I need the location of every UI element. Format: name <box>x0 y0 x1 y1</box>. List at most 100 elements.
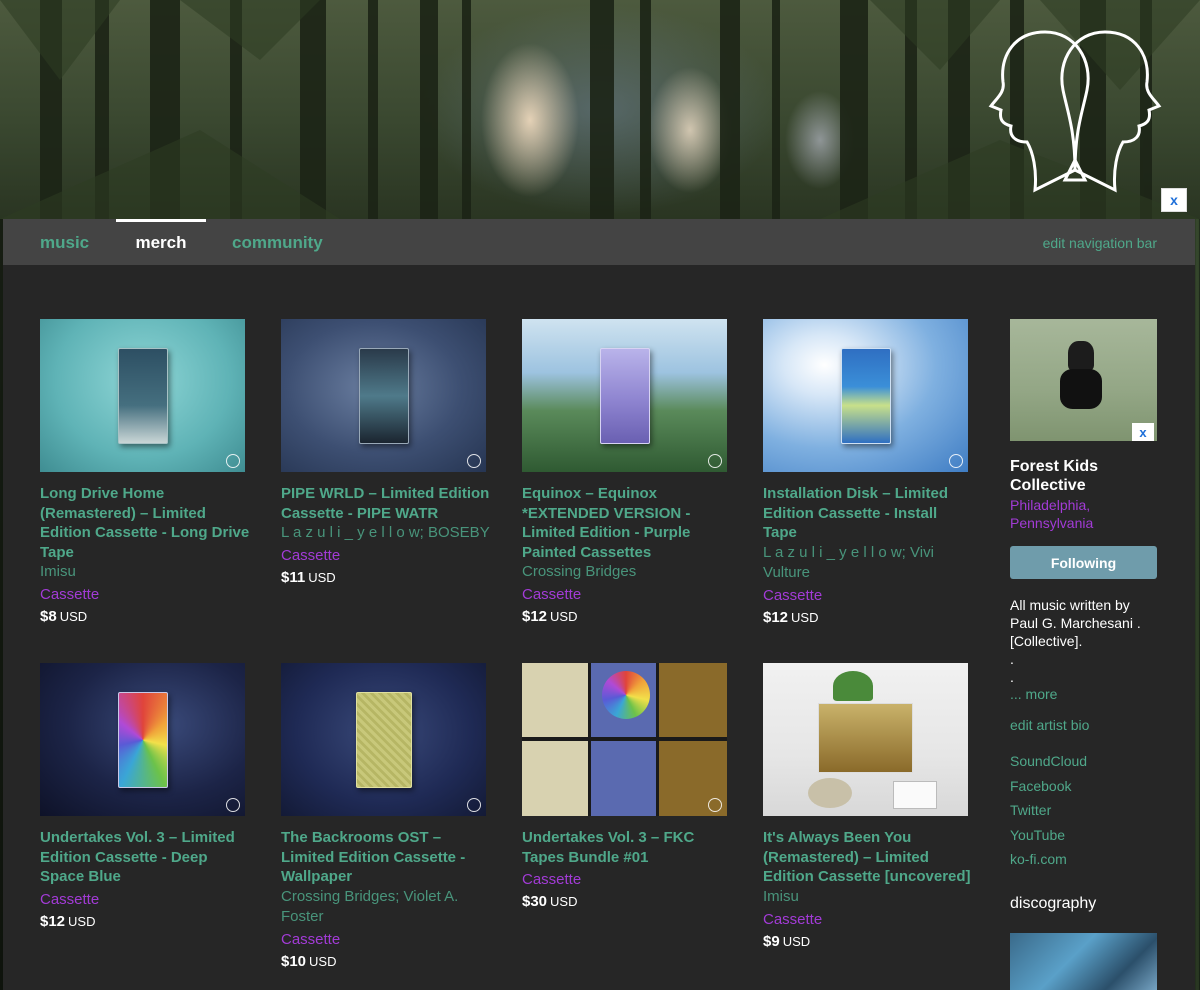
merch-item-title[interactable]: It's Always Been You (Remastered) – Limi… <box>763 828 973 887</box>
banner-close-button[interactable]: x <box>1161 188 1187 212</box>
merch-item[interactable]: It's Always Been You (Remastered) – Limi… <box>763 663 973 952</box>
disc-image <box>808 778 852 808</box>
merch-item[interactable]: PIPE WRLD – Limited Edition Cassette - P… <box>281 319 491 588</box>
merch-item-image[interactable] <box>763 663 968 816</box>
cassette-image <box>117 691 168 788</box>
merch-item-artist[interactable]: L a z u l i _ y e l l o w; Vivi Vulture <box>763 543 973 583</box>
price-amount: $12 <box>763 608 789 626</box>
merch-item-artist[interactable]: Crossing Bridges; Violet A. Foster <box>281 887 491 927</box>
merch-item[interactable]: The Backrooms OST – Limited Edition Cass… <box>281 663 491 972</box>
merch-item-format: Cassette <box>281 930 341 948</box>
merch-item-price: $11 USD <box>281 568 491 588</box>
tab-music[interactable]: music <box>40 219 89 265</box>
price-amount: $12 <box>522 608 548 625</box>
artist-sidebar: x Forest Kids Collective Philadelphia, P… <box>1010 319 1160 990</box>
sticker-image <box>893 781 937 809</box>
discography-album-image[interactable] <box>1010 932 1157 990</box>
color-wheel-image <box>602 671 650 719</box>
merch-item-title[interactable]: Equinox – Equinox *EXTENDED VERSION - Li… <box>522 484 732 562</box>
navigation-bar: music merch community edit navigation ba… <box>3 219 1195 265</box>
band-name[interactable]: Forest Kids Collective <box>1010 457 1160 495</box>
cassette-image <box>117 347 168 444</box>
bio-more-link[interactable]: ... more <box>1010 686 1160 702</box>
merch-item-image[interactable] <box>281 663 486 816</box>
tab-community[interactable]: community <box>232 219 323 265</box>
cassette-image <box>840 347 891 444</box>
merch-item-title[interactable]: The Backrooms OST – Limited Edition Cass… <box>281 828 491 887</box>
merch-item-title[interactable]: Installation Disk – Limited Edition Cass… <box>763 484 973 543</box>
person-figure <box>1068 341 1094 371</box>
merch-item-format: Cassette <box>40 890 100 908</box>
merch-item-format: Cassette <box>522 871 582 888</box>
merch-item-price: $12 USD <box>522 607 732 627</box>
collective-logo-icon <box>708 454 722 468</box>
merch-item-artist[interactable]: Imisu <box>763 887 973 907</box>
collective-logo-icon <box>949 454 963 468</box>
bio-dot: . <box>1010 669 1014 685</box>
merch-item-price: $30 USD <box>522 892 732 912</box>
person-body <box>1060 369 1102 409</box>
price-currency: USD <box>550 609 578 624</box>
price-currency: USD <box>308 570 336 585</box>
merch-item-image[interactable] <box>281 319 486 472</box>
merch-item-format: Cassette <box>522 586 582 603</box>
following-button[interactable]: Following <box>1010 546 1157 579</box>
edit-navigation-bar-link[interactable]: edit navigation bar <box>1043 219 1157 267</box>
soundcloud-link[interactable]: SoundCloud <box>1010 749 1160 774</box>
merch-item-title[interactable]: Long Drive Home (Remastered) – Limited E… <box>40 484 250 562</box>
edit-artist-bio-link[interactable]: edit artist bio <box>1010 717 1160 733</box>
price-currency: USD <box>59 609 88 624</box>
merch-item-price: $9 USD <box>763 932 973 952</box>
twitter-link[interactable]: Twitter <box>1010 798 1160 823</box>
merch-item-format: Cassette <box>763 586 823 604</box>
merch-item-image[interactable] <box>522 663 727 816</box>
merch-item-artist[interactable]: Imisu <box>40 562 250 582</box>
price-currency: USD <box>68 913 96 929</box>
merch-item-image[interactable] <box>763 319 968 472</box>
collective-logo-icon <box>226 454 240 468</box>
photo-close-button[interactable]: x <box>1132 423 1154 441</box>
price-amount: $10 <box>281 952 307 970</box>
merch-item-price: $12 USD <box>40 912 250 932</box>
kofi-link[interactable]: ko-fi.com <box>1010 847 1160 872</box>
merch-item-image[interactable] <box>522 319 727 472</box>
price-amount: $9 <box>763 932 780 950</box>
merch-item[interactable]: Installation Disk – Limited Edition Cass… <box>763 319 973 628</box>
merch-item-title[interactable]: Undertakes Vol. 3 – FKC Tapes Bundle #01 <box>522 828 732 867</box>
price-currency: USD <box>309 953 337 969</box>
price-amount: $12 <box>40 912 66 930</box>
price-currency: USD <box>791 609 819 625</box>
collective-logo-icon <box>467 798 481 812</box>
band-location: Philadelphia, Pennsylvania <box>1010 497 1094 531</box>
merch-item[interactable]: Undertakes Vol. 3 – FKC Tapes Bundle #01… <box>522 663 732 912</box>
merch-item-price: $12 USD <box>763 608 973 628</box>
external-links: SoundCloud Facebook Twitter YouTube ko-f… <box>1010 749 1160 872</box>
merch-item-price: $8 USD <box>40 607 250 627</box>
price-amount: $8 <box>40 608 57 625</box>
merch-item-format: Cassette <box>40 586 100 603</box>
youtube-link[interactable]: YouTube <box>1010 823 1160 848</box>
collective-logo-icon <box>467 454 481 468</box>
merch-item-artist[interactable]: L a z u l i _ y e l l o w; BOSEBY <box>281 523 491 543</box>
merch-item-format: Cassette <box>281 547 341 564</box>
merch-item-image[interactable] <box>40 663 245 816</box>
merch-item[interactable]: Long Drive Home (Remastered) – Limited E… <box>40 319 250 627</box>
bio-dot: . <box>1010 651 1014 667</box>
collective-logo-icon <box>988 30 1162 193</box>
artist-photo[interactable]: x <box>1010 319 1157 441</box>
plant-image <box>833 671 873 701</box>
merch-item[interactable]: Undertakes Vol. 3 – Limited Edition Cass… <box>40 663 250 932</box>
merch-item-title[interactable]: PIPE WRLD – Limited Edition Cassette - P… <box>281 484 491 523</box>
facebook-link[interactable]: Facebook <box>1010 774 1160 799</box>
cassette-image <box>599 347 650 444</box>
tab-merch[interactable]: merch <box>116 219 206 265</box>
price-amount: $30 <box>522 893 548 910</box>
merch-item-image[interactable] <box>40 319 245 472</box>
artist-bio: All music written by Paul G. Marchesani … <box>1010 597 1141 649</box>
collective-logo-icon <box>708 798 722 812</box>
price-amount: $11 <box>281 569 306 586</box>
merch-item-title[interactable]: Undertakes Vol. 3 – Limited Edition Cass… <box>40 828 250 887</box>
merch-item-artist[interactable]: Crossing Bridges <box>522 562 732 582</box>
collective-logo-icon <box>226 798 240 812</box>
merch-item[interactable]: Equinox – Equinox *EXTENDED VERSION - Li… <box>522 319 732 627</box>
